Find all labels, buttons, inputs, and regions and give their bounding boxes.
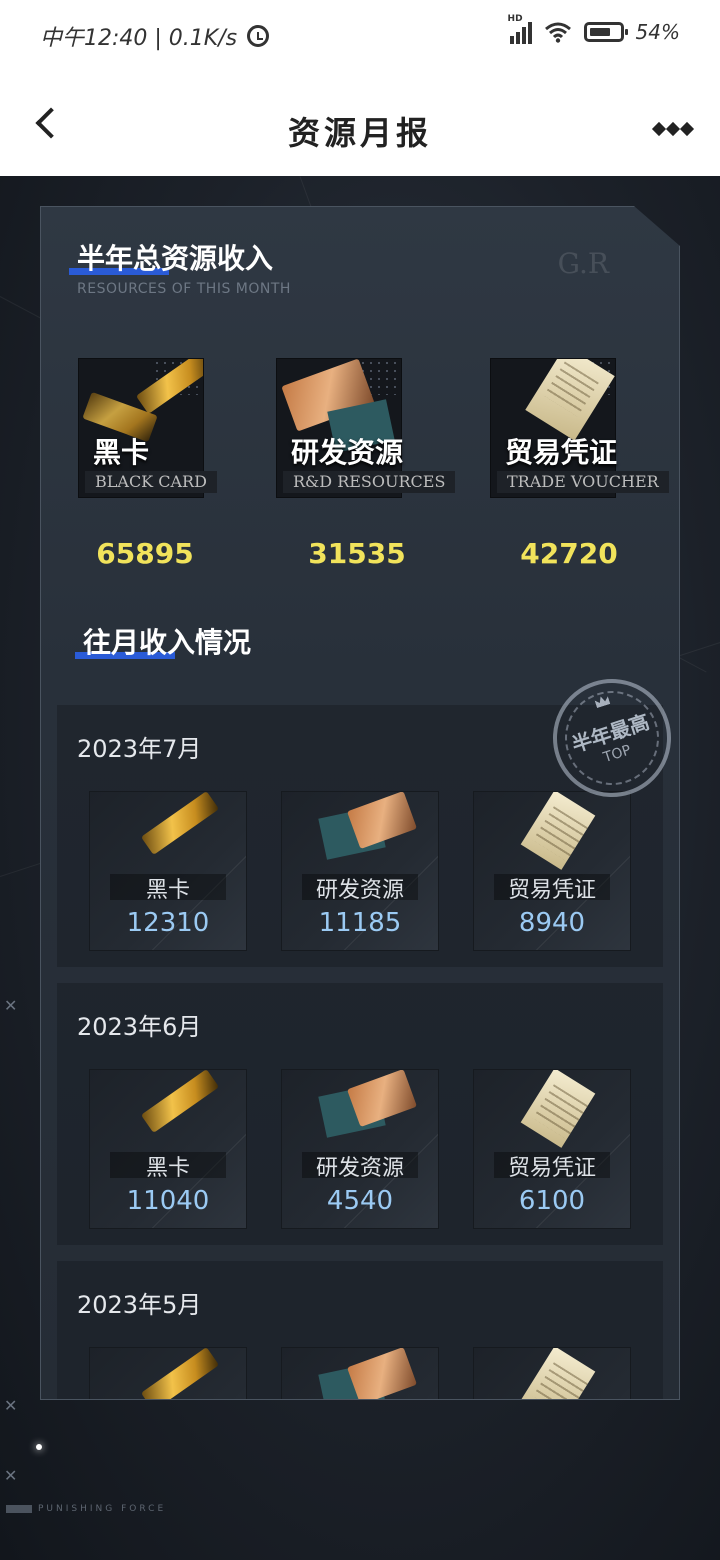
month-label: 2023年6月: [77, 1013, 202, 1041]
trade-voucher-total: 42720: [520, 537, 618, 570]
month-item-value: 8940: [518, 908, 586, 938]
month-item-trade-voucher[interactable]: 贸易凭证 6100: [473, 1069, 631, 1229]
status-bar: 中午12:40 | 0.1K/s HD 54%: [0, 0, 720, 70]
summary-title: 半年总资源收入: [69, 237, 273, 277]
battery-icon: [583, 22, 628, 42]
rd-resources-en-label: R&D RESOURCES: [283, 471, 456, 493]
trade-voucher-label: 贸易凭证: [505, 436, 618, 469]
black-card-total: 65895: [96, 537, 194, 570]
status-right: HD 54%: [508, 14, 680, 44]
x-mark-icon: ✕: [4, 996, 18, 1015]
summary-subtitle: RESOURCES OF THIS MONTH: [77, 281, 291, 297]
history-title: 往月收入情况: [75, 621, 251, 661]
glow-dot: [36, 1444, 42, 1450]
dot-icon: [651, 121, 667, 137]
rd-resources-label: 研发资源: [291, 436, 404, 469]
month-item-black-card[interactable]: 黑卡 12310: [89, 791, 247, 951]
battery-percent: 54%: [635, 20, 680, 44]
signal-icon: HD: [508, 14, 532, 44]
wifi-icon: [544, 22, 571, 43]
month-item-value: 4540: [326, 1186, 394, 1216]
month-label: 2023年5月: [77, 1291, 202, 1319]
crown-icon: [594, 694, 610, 708]
rd-resources-total: 31535: [308, 537, 406, 570]
report-panel[interactable]: G.R 半年总资源收入 RESOURCES OF THIS MONTH 黑卡 B…: [40, 206, 680, 1400]
month-item-black-card[interactable]: 黑卡 11040: [89, 1069, 247, 1229]
more-menu-button[interactable]: [651, 121, 695, 137]
page-title: 资源月报: [287, 114, 432, 152]
black-card-en-label: BLACK CARD: [85, 471, 217, 493]
alarm-icon: [247, 25, 270, 47]
month-item-black-card[interactable]: [89, 1347, 247, 1399]
report-stage[interactable]: ✕ ✕ ✕ PUNISHING FORCE G.R 半年总资源收入 RESOUR…: [0, 176, 720, 1560]
month-item-trade-voucher[interactable]: 贸易凭证 8940: [473, 791, 631, 951]
month-item-rd-resources[interactable]: 研发资源 11185: [281, 791, 439, 951]
x-mark-icon: ✕: [4, 1396, 18, 1415]
trade-voucher-en-label: TRADE VOUCHER: [497, 471, 669, 493]
x-mark-icon: ✕: [4, 1466, 18, 1485]
month-section: 2023年6月 黑卡 11040 研发资源 4540 贸易凭证 6100: [57, 983, 663, 1245]
month-item-value: 6100: [518, 1186, 586, 1216]
summary-black-card[interactable]: 黑卡 BLACK CARD: [79, 359, 217, 499]
summary-trade-voucher[interactable]: 贸易凭证 TRADE VOUCHER: [491, 359, 669, 499]
month-label: 2023年7月: [77, 735, 202, 763]
dot-icon: [679, 121, 695, 137]
month-section: 2023年5月: [57, 1261, 663, 1399]
black-card-label: 黑卡: [93, 436, 150, 469]
month-item-value: 11040: [126, 1186, 210, 1216]
status-time: 中午12:40 | 0.1K/s: [40, 26, 238, 51]
watermark-gr: G.R: [557, 247, 609, 280]
month-item-rd-resources[interactable]: 研发资源 4540: [281, 1069, 439, 1229]
month-item-value: 12310: [126, 908, 210, 938]
dot-icon: [665, 121, 681, 137]
month-item-rd-resources[interactable]: [281, 1347, 439, 1399]
nav-bar: 资源月报: [0, 70, 720, 176]
month-item-value: 11185: [318, 908, 402, 938]
summary-rd-resources[interactable]: 研发资源 R&D RESOURCES: [277, 359, 456, 499]
status-left: 中午12:40 | 0.1K/s: [40, 20, 270, 52]
footer-tag: PUNISHING FORCE: [6, 1504, 166, 1514]
month-item-trade-voucher[interactable]: [473, 1347, 631, 1399]
